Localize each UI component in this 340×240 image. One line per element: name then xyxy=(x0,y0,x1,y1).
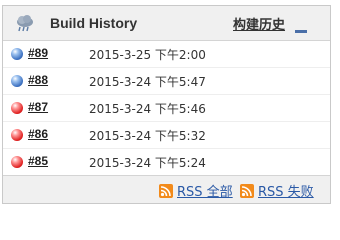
cloud-weather-icon xyxy=(15,14,35,32)
rss-icon xyxy=(159,184,173,198)
rss-all-label: RSS 全部 xyxy=(177,185,233,200)
panel-header: Build History 构建历史 xyxy=(3,6,330,41)
rss-failed-link[interactable]: RSS 失败 xyxy=(240,181,314,200)
build-date: 2015-3-24 下午5:47 xyxy=(89,75,206,89)
collapse-icon[interactable] xyxy=(295,22,307,33)
status-ball-icon xyxy=(11,129,23,141)
rss-all-link[interactable]: RSS 全部 xyxy=(159,181,233,200)
build-number-link[interactable]: #85 xyxy=(28,154,48,168)
status-ball-icon xyxy=(11,156,23,168)
rss-icon xyxy=(240,184,254,198)
status-ball-icon xyxy=(11,75,23,87)
build-date: 2015-3-25 下午2:00 xyxy=(89,48,206,62)
build-row: #85 2015-3-24 下午5:24 xyxy=(3,148,330,175)
panel-footer: RSS 全部 RSS 失败 xyxy=(3,175,330,203)
status-ball-icon xyxy=(11,48,23,60)
build-history-panel: Build History 构建历史 #89 2015-3-25 下午2:00 … xyxy=(2,5,331,204)
build-history-link[interactable]: 构建历史 xyxy=(233,14,285,33)
build-date: 2015-3-24 下午5:46 xyxy=(89,102,206,116)
build-row: #88 2015-3-24 下午5:47 xyxy=(3,67,330,94)
rss-failed-label: RSS 失败 xyxy=(258,185,314,200)
build-number-link[interactable]: #88 xyxy=(28,73,48,87)
build-number-link[interactable]: #87 xyxy=(28,100,48,114)
build-date: 2015-3-24 下午5:24 xyxy=(89,156,206,170)
status-ball-icon xyxy=(11,102,23,114)
build-row: #86 2015-3-24 下午5:32 xyxy=(3,121,330,148)
build-list: #89 2015-3-25 下午2:00 #88 2015-3-24 下午5:4… xyxy=(3,41,330,175)
build-row: #87 2015-3-24 下午5:46 xyxy=(3,94,330,121)
build-row: #89 2015-3-25 下午2:00 xyxy=(3,41,330,67)
build-number-link[interactable]: #86 xyxy=(28,127,48,141)
build-number-link[interactable]: #89 xyxy=(28,46,48,60)
build-date: 2015-3-24 下午5:32 xyxy=(89,129,206,143)
panel-title: Build History xyxy=(50,15,138,31)
